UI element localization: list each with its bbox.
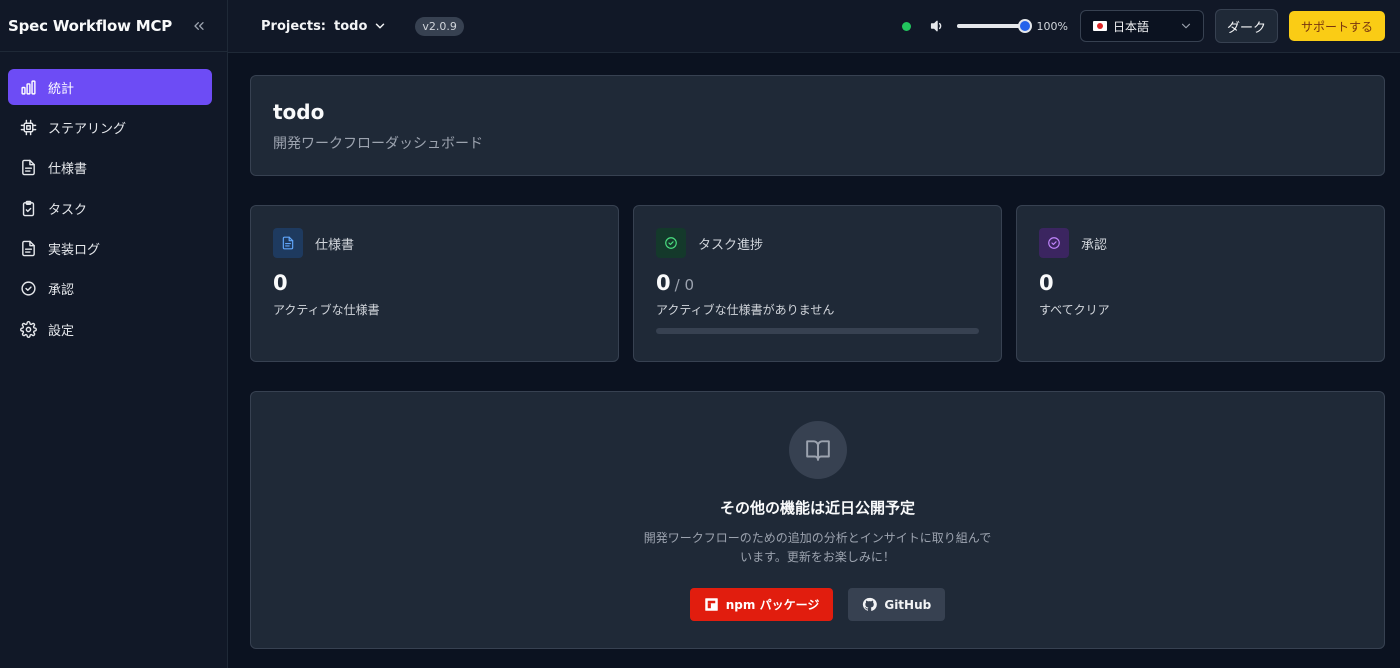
task-progress-bar: [656, 328, 979, 334]
stat-card-specs: 仕様書 0 アクティブな仕様書: [250, 205, 619, 362]
github-button[interactable]: GitHub: [848, 588, 946, 621]
app: Spec Workflow MCP 統計 ステアリング 仕様書 タスク 実装ログ…: [0, 0, 1400, 668]
sidebar-item-specs[interactable]: 仕様書: [8, 150, 212, 186]
check-circle-icon: [21, 281, 36, 297]
dashboard-content: todo 開発ワークフローダッシュボード 仕様書 0 アクティブな仕様書 タスク…: [228, 53, 1400, 649]
npm-package-button[interactable]: npm パッケージ: [689, 588, 834, 621]
sidebar-item-label: ステアリング: [48, 121, 127, 137]
sidebar-item-approvals[interactable]: 承認: [8, 271, 212, 307]
stat-label: 仕様書: [315, 237, 355, 253]
connection-status-dot: [901, 21, 911, 31]
gear-icon: [20, 320, 37, 338]
chevrons-left-icon: [194, 21, 204, 30]
stat-card-tasks: タスク進捗 0/ 0 アクティブな仕様書がありません: [633, 205, 1002, 362]
sidebar-item-label: 統計: [48, 81, 75, 97]
github-button-label: GitHub: [884, 597, 932, 612]
project-name: todo: [334, 18, 368, 34]
sidebar-item-label: 仕様書: [48, 162, 88, 178]
japan-flag-icon: [1092, 21, 1107, 31]
stat-value: 0/ 0: [656, 271, 979, 295]
check-circle-icon: [656, 228, 686, 258]
stat-sub: アクティブな仕様書: [273, 303, 380, 317]
chevron-down-icon: [1181, 23, 1191, 29]
volume-icon[interactable]: [929, 18, 945, 34]
document-icon: [22, 159, 35, 176]
volume-slider[interactable]: [956, 19, 1032, 33]
chip-icon: [20, 119, 37, 136]
bar-chart-icon: [21, 79, 36, 95]
project-selector[interactable]: Projects: todo: [261, 19, 387, 34]
book-open-icon: [788, 421, 847, 479]
sidebar-item-stats[interactable]: 統計: [8, 69, 212, 105]
task-total: / 0: [674, 276, 694, 294]
stat-label: 承認: [1081, 237, 1108, 253]
stat-sub: アクティブな仕様書がありません: [656, 303, 835, 317]
language-value: 日本語: [1112, 19, 1149, 34]
sidebar-item-label: タスク: [48, 202, 88, 218]
language-select[interactable]: 日本語: [1079, 10, 1204, 42]
page-subtitle: 開発ワークフローダッシュボード: [273, 136, 483, 152]
stat-card-approvals: 承認 0 すべてクリア: [1016, 205, 1385, 362]
sidebar: Spec Workflow MCP 統計 ステアリング 仕様書 タスク 実装ログ…: [0, 0, 228, 668]
topbar: Projects: todo v2.0.9 100% 日本語 ダーク サポートす…: [228, 0, 1400, 53]
stat-label: タスク進捗: [698, 237, 764, 253]
task-done-count: 0: [656, 271, 671, 295]
sidebar-item-settings[interactable]: 設定: [8, 311, 212, 347]
sidebar-item-label: 実装ログ: [48, 243, 101, 259]
chevron-down-icon: [376, 23, 385, 29]
projects-label: Projects:: [261, 18, 326, 34]
support-button[interactable]: サポートする: [1288, 11, 1385, 41]
theme-toggle-button[interactable]: ダーク: [1214, 9, 1278, 43]
stat-value: 0: [1039, 271, 1054, 295]
volume-slider-thumb[interactable]: [1017, 19, 1032, 33]
volume-percent: 100%: [1036, 19, 1068, 33]
sidebar-item-tasks[interactable]: タスク: [8, 190, 212, 226]
collapse-sidebar-button[interactable]: [189, 16, 209, 36]
page-title: todo: [273, 100, 325, 124]
document-icon: [22, 240, 35, 257]
coming-soon-title: その他の機能は近日公開予定: [719, 499, 915, 517]
coming-soon-description: 開発ワークフローのための追加の分析とインサイトに取り組んでいます。更新をお楽しみ…: [643, 531, 992, 564]
coming-soon-card: その他の機能は近日公開予定 開発ワークフローのための追加の分析とインサイトに取り…: [250, 391, 1385, 649]
sidebar-nav: 統計 ステアリング 仕様書 タスク 実装ログ 承認 設定: [0, 52, 227, 347]
npm-icon: [705, 598, 718, 611]
check-circle-icon: [1039, 228, 1069, 258]
sidebar-item-impl-log[interactable]: 実装ログ: [8, 231, 212, 267]
clipboard-check-icon: [22, 200, 35, 216]
version-badge: v2.0.9: [415, 16, 464, 36]
sidebar-item-label: 承認: [48, 283, 75, 299]
npm-button-label: npm パッケージ: [725, 598, 820, 612]
stat-value: 0: [273, 271, 288, 295]
sidebar-header: Spec Workflow MCP: [0, 0, 227, 52]
main: Projects: todo v2.0.9 100% 日本語 ダーク サポートす…: [228, 0, 1400, 668]
app-title: Spec Workflow MCP: [8, 16, 173, 35]
project-header-card: todo 開発ワークフローダッシュボード: [250, 75, 1385, 176]
sidebar-item-steering[interactable]: ステアリング: [8, 109, 212, 145]
document-icon: [273, 228, 303, 258]
stats-row: 仕様書 0 アクティブな仕様書 タスク進捗 0/ 0 アクティブな仕様書がありま…: [250, 205, 1385, 362]
github-icon: [863, 597, 878, 611]
sidebar-item-label: 設定: [48, 323, 75, 339]
stat-sub: すべてクリア: [1039, 303, 1110, 317]
